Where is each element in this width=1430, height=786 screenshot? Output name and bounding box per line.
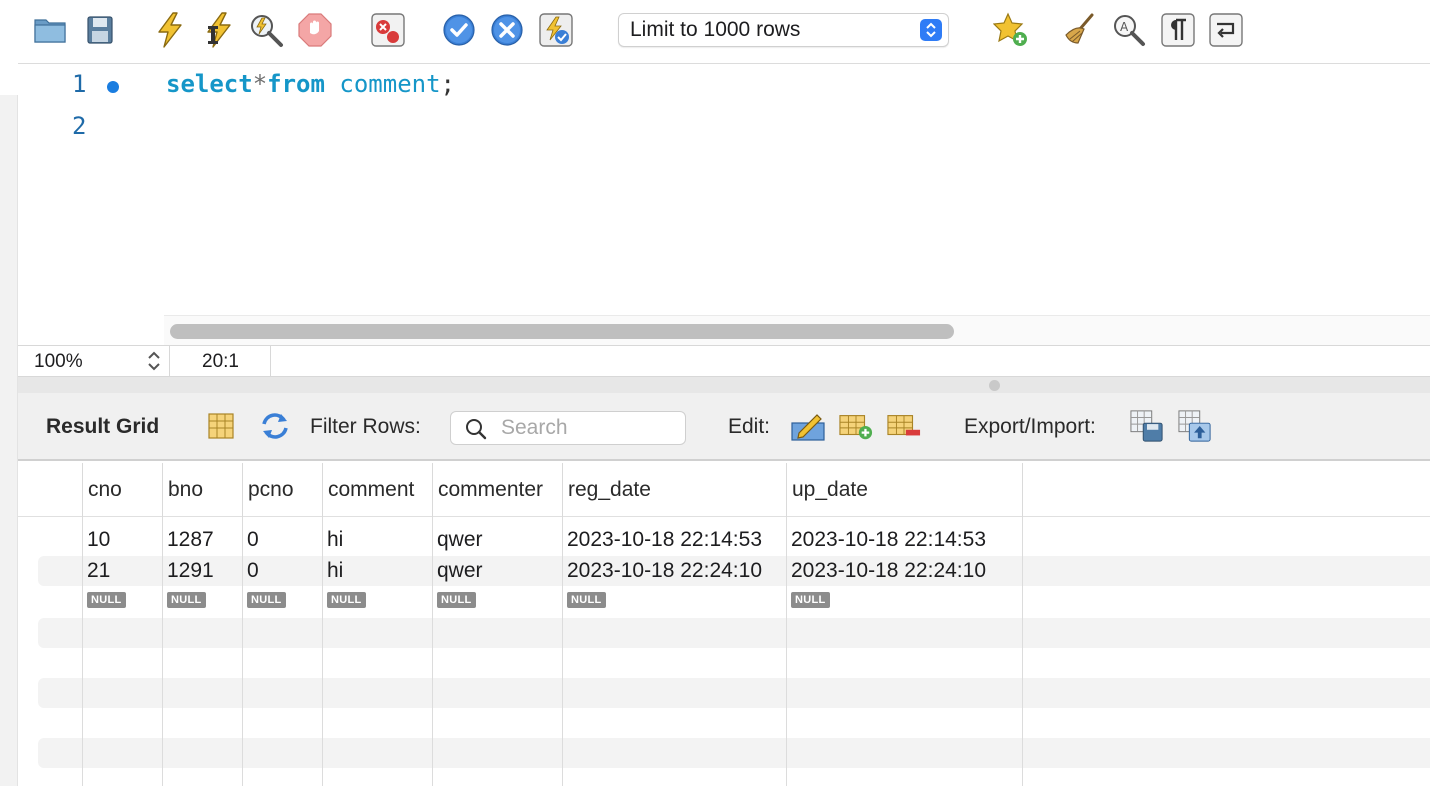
new-row[interactable]: NULL NULL NULL NULL NULL NULL NULL (18, 586, 1430, 616)
table-cell[interactable]: hi (322, 556, 343, 586)
column-header[interactable]: commenter (432, 463, 562, 517)
export-icon[interactable] (1130, 409, 1164, 443)
zoom-value: 100% (34, 351, 83, 372)
null-cell[interactable]: NULL (327, 586, 366, 616)
column-header[interactable]: reg_date (562, 463, 786, 517)
invisible-chars-icon[interactable] (1160, 12, 1196, 48)
autocommit-icon[interactable] (538, 12, 574, 48)
table-cell[interactable]: 2023-10-18 22:24:10 (562, 556, 762, 586)
filter-rows-label: Filter Rows: (310, 415, 421, 438)
column-header[interactable]: comment (322, 463, 432, 517)
row-stripe (38, 618, 1430, 648)
beautify-icon[interactable] (1062, 12, 1098, 48)
table-cell[interactable]: 1291 (162, 556, 214, 586)
chevron-up-down-icon (920, 19, 942, 41)
execute-current-icon[interactable] (200, 12, 236, 48)
table-cell[interactable]: qwer (432, 525, 483, 555)
zoom-select[interactable]: 100% (18, 346, 170, 377)
export-import-label: Export/Import: (964, 415, 1096, 438)
row-stripe (38, 738, 1430, 768)
null-badge: NULL (167, 592, 206, 608)
sql-editor-toolbar: Limit to 1000 rows A (18, 0, 1430, 64)
column-header-empty (1022, 463, 1430, 517)
operator-token: * (252, 70, 268, 98)
null-badge: NULL (87, 592, 126, 608)
grid-columns-icon[interactable] (204, 409, 238, 443)
null-cell[interactable]: NULL (437, 586, 476, 616)
left-gutter (0, 0, 18, 786)
table-cell[interactable]: 2023-10-18 22:14:53 (786, 525, 986, 555)
null-cell[interactable]: NULL (567, 586, 606, 616)
open-file-icon[interactable] (32, 12, 68, 48)
row-stripe (38, 678, 1430, 708)
table-cell[interactable]: 0 (242, 525, 259, 555)
line-number: 2 (72, 112, 87, 140)
result-grid-tab[interactable]: Result Grid (46, 415, 159, 439)
execute-icon[interactable] (152, 12, 188, 48)
column-header[interactable]: bno (162, 463, 242, 517)
statement-marker-icon (107, 81, 119, 93)
table-row[interactable]: 21 1291 0 hi qwer 2023-10-18 22:24:10 20… (18, 556, 1430, 586)
import-icon[interactable] (1178, 409, 1212, 443)
limit-rows-select[interactable]: Limit to 1000 rows (618, 13, 949, 47)
search-input[interactable] (501, 415, 677, 441)
horizontal-scrollbar[interactable] (164, 315, 1430, 345)
null-badge: NULL (791, 592, 830, 608)
table-row[interactable]: 10 1287 0 hi qwer 2023-10-18 22:14:53 20… (18, 525, 1430, 555)
column-header[interactable]: up_date (786, 463, 1022, 517)
table-cell[interactable]: hi (322, 525, 343, 555)
table-cell[interactable]: 2023-10-18 22:14:53 (562, 525, 762, 555)
delete-row-icon[interactable] (887, 409, 921, 443)
add-snippet-icon[interactable] (993, 12, 1029, 48)
search-icon (465, 418, 487, 446)
edit-row-icon[interactable] (791, 409, 825, 443)
column-header[interactable]: cno (82, 463, 162, 517)
null-cell[interactable]: NULL (791, 586, 830, 616)
scrollbar-thumb[interactable] (170, 324, 954, 339)
panel-splitter[interactable] (18, 377, 1430, 393)
rollback-icon[interactable] (489, 12, 525, 48)
splitter-grip[interactable] (989, 380, 1000, 391)
code-line-1[interactable]: select*from comment; (166, 70, 455, 98)
cursor-position: 20:1 (171, 346, 271, 377)
filter-search-box[interactable] (450, 411, 686, 445)
stop-icon[interactable] (297, 12, 333, 48)
table-cell[interactable]: 0 (242, 556, 259, 586)
commit-icon[interactable] (441, 12, 477, 48)
keyword-token: from (267, 70, 325, 98)
column-header[interactable]: pcno (242, 463, 322, 517)
limit-rows-value: Limit to 1000 rows (630, 18, 801, 41)
keyword-token: select (166, 70, 253, 98)
grid-header-row: cno bno pcno comment commenter reg_date … (18, 463, 1430, 517)
null-cell[interactable]: NULL (167, 586, 206, 616)
svg-text:A: A (1120, 20, 1129, 34)
null-badge: NULL (327, 592, 366, 608)
refresh-icon[interactable] (258, 409, 292, 443)
explain-icon[interactable] (248, 12, 284, 48)
find-icon[interactable]: A (1111, 12, 1147, 48)
null-badge: NULL (437, 592, 476, 608)
identifier-token: comment (324, 70, 441, 98)
line-number: 1 (72, 70, 87, 98)
sql-editor[interactable]: 1 2 select*from comment; (18, 65, 1430, 345)
table-cell[interactable]: qwer (432, 556, 483, 586)
null-badge: NULL (567, 592, 606, 608)
editor-status-bar: 100% 20:1 (18, 345, 1430, 377)
null-cell[interactable]: NULL (247, 586, 286, 616)
wrap-lines-icon[interactable] (1208, 12, 1244, 48)
add-row-icon[interactable] (839, 409, 873, 443)
result-grid[interactable]: cno bno pcno comment commenter reg_date … (18, 463, 1430, 786)
table-cell[interactable]: 2023-10-18 22:24:10 (786, 556, 986, 586)
edit-label: Edit: (728, 415, 771, 438)
punctuation-token: ; (440, 70, 455, 98)
null-badge: NULL (247, 592, 286, 608)
save-icon[interactable] (82, 12, 118, 48)
result-toolbar: Result Grid Filter Rows: Edit: Export/Im… (18, 393, 1430, 461)
table-cell[interactable]: 21 (82, 556, 110, 586)
table-cell[interactable]: 1287 (162, 525, 214, 555)
table-cell[interactable]: 10 (82, 525, 110, 555)
toggle-error-icon[interactable] (370, 12, 406, 48)
null-cell[interactable]: NULL (87, 586, 126, 616)
